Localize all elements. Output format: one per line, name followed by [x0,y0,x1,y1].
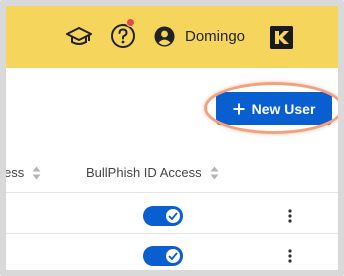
app-frame: Domingo New User ess BullPhish ID Access [0,0,344,276]
help-icon[interactable] [110,23,136,49]
column-header-bullphish-access[interactable]: BullPhish ID Access [86,165,219,180]
brand-logo-icon[interactable] [270,26,293,49]
row-divider [6,192,338,193]
row-divider [6,274,338,275]
checkmark-icon [168,252,178,260]
new-user-label: New User [251,100,316,117]
checkmark-icon [168,212,178,220]
bullphish-access-toggle[interactable] [143,206,183,226]
graduation-cap-icon[interactable] [66,26,92,48]
sort-icon[interactable] [32,166,41,180]
plus-icon [233,103,245,114]
new-user-button[interactable]: New User [216,92,332,125]
row-divider [6,233,338,234]
row-actions-kebab-icon[interactable] [286,248,294,264]
user-avatar-icon[interactable] [154,26,175,47]
top-header-bar: Domingo [6,6,338,68]
column-header-label: BullPhish ID Access [86,165,202,180]
row-actions-kebab-icon[interactable] [286,208,294,224]
bullphish-access-toggle[interactable] [143,246,183,266]
sort-icon[interactable] [210,166,219,180]
user-name[interactable]: Domingo [185,28,245,45]
column-header-access[interactable]: ess [4,165,41,180]
column-header-label: ess [4,165,25,180]
notification-dot [126,18,135,27]
